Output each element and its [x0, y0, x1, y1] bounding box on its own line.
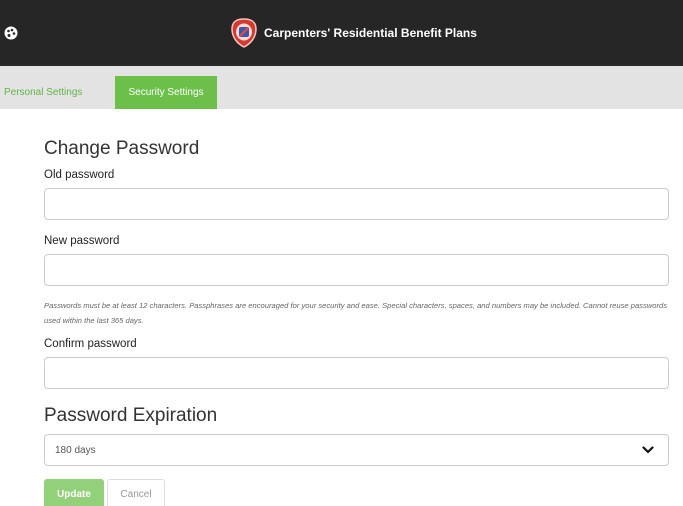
settings-tabs: Personal Settings Security Settings — [0, 66, 683, 109]
change-password-heading: Change Password — [44, 138, 200, 159]
confirm-password-label: Confirm password — [44, 338, 137, 350]
old-password-label: Old password — [44, 169, 115, 181]
password-expiration-select[interactable]: 180 days — [44, 434, 669, 466]
confirm-password-field[interactable] — [44, 357, 669, 389]
union-shield-logo — [231, 18, 257, 48]
brand[interactable]: Carpenters' Residential Benefit Plans — [230, 18, 477, 48]
expiration-selected-value: 180 days — [55, 444, 96, 456]
tab-personal-settings[interactable]: Personal Settings — [0, 77, 89, 109]
update-button[interactable]: Update — [44, 479, 104, 506]
top-bar: Carpenters' Residential Benefit Plans — [0, 0, 683, 66]
cancel-button[interactable]: Cancel — [107, 479, 165, 506]
brand-title: Carpenters' Residential Benefit Plans — [264, 26, 477, 40]
tab-security-settings[interactable]: Security Settings — [115, 76, 217, 109]
new-password-label: New password — [44, 235, 120, 247]
palette-icon[interactable] — [4, 26, 18, 40]
password-requirements-hint: Passwords must be at least 12 characters… — [44, 301, 668, 325]
old-password-field[interactable] — [44, 188, 669, 220]
chevron-down-icon — [642, 446, 654, 454]
new-password-field[interactable] — [44, 254, 669, 286]
password-expiration-heading: Password Expiration — [44, 405, 218, 426]
